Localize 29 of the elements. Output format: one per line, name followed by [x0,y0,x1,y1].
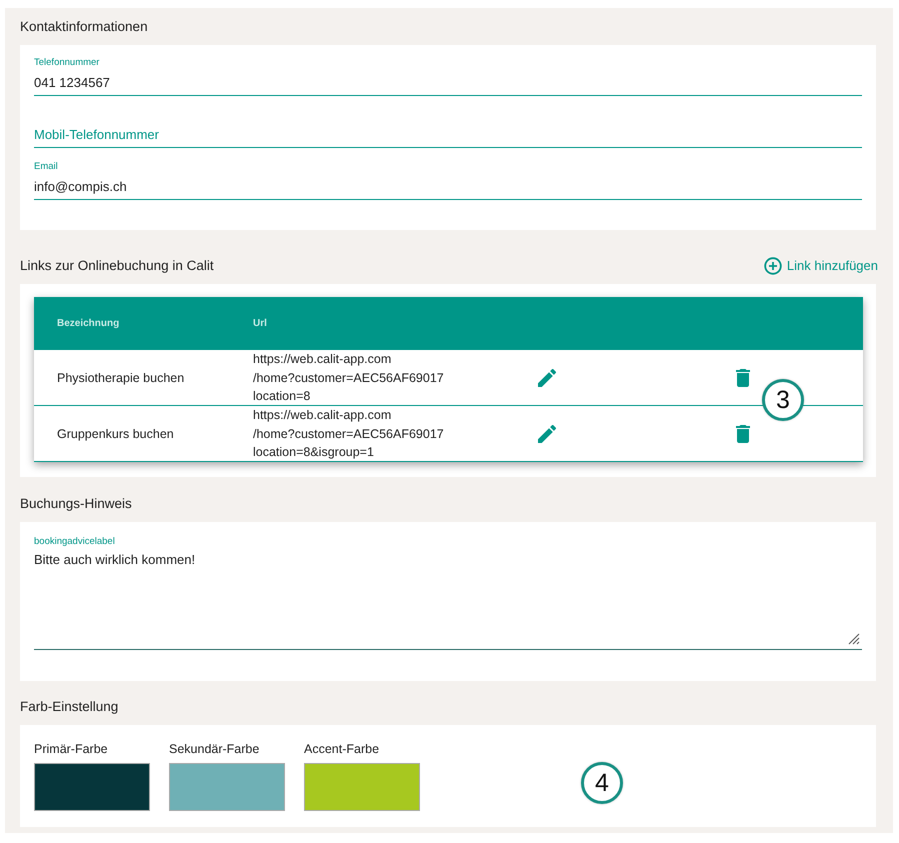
field-label: Email [34,161,59,173]
resize-grip-icon[interactable] [848,633,860,645]
color-label: Sekundär-Farbe [169,741,260,757]
section-title: Kontaktinformationen [20,19,148,34]
section-title: Links zur Onlinebuchung in Calit [20,258,214,273]
trash-icon [736,368,750,387]
color-label: Primär-Farbe [34,741,109,757]
column-header: Url [253,318,267,329]
color-swatch-icon[interactable] [34,763,150,811]
color-swatch-icon[interactable] [304,763,420,811]
color-swatch-icon[interactable] [169,763,285,811]
step-number-marker: 4 [581,762,623,804]
add-circle-icon [764,256,782,274]
column-header: Bezeichnung [57,318,120,329]
table-cell-text: Gruppenkurs buchen [57,426,174,443]
delete-button[interactable] [733,424,753,444]
section-title: Buchungs-Hinweis [20,496,132,511]
field-label: bookingadvicelabel [34,536,116,548]
pencil-icon [538,368,556,387]
edit-button[interactable] [537,368,557,388]
table-cell-text: Physiotherapie buchen [57,370,184,387]
trash-icon [736,424,750,443]
color-label: Accent-Farbe [304,741,380,757]
delete-button[interactable] [733,368,753,388]
edit-button[interactable] [537,424,557,444]
section-title: Farb-Einstellung [20,699,118,714]
pencil-icon [538,424,556,443]
field-label: Telefonnummer [34,57,100,69]
table-cell-text: https://web.calit-app.com /home?customer=AEC56AF69017 location=8&isgroup=1 [253,407,444,461]
